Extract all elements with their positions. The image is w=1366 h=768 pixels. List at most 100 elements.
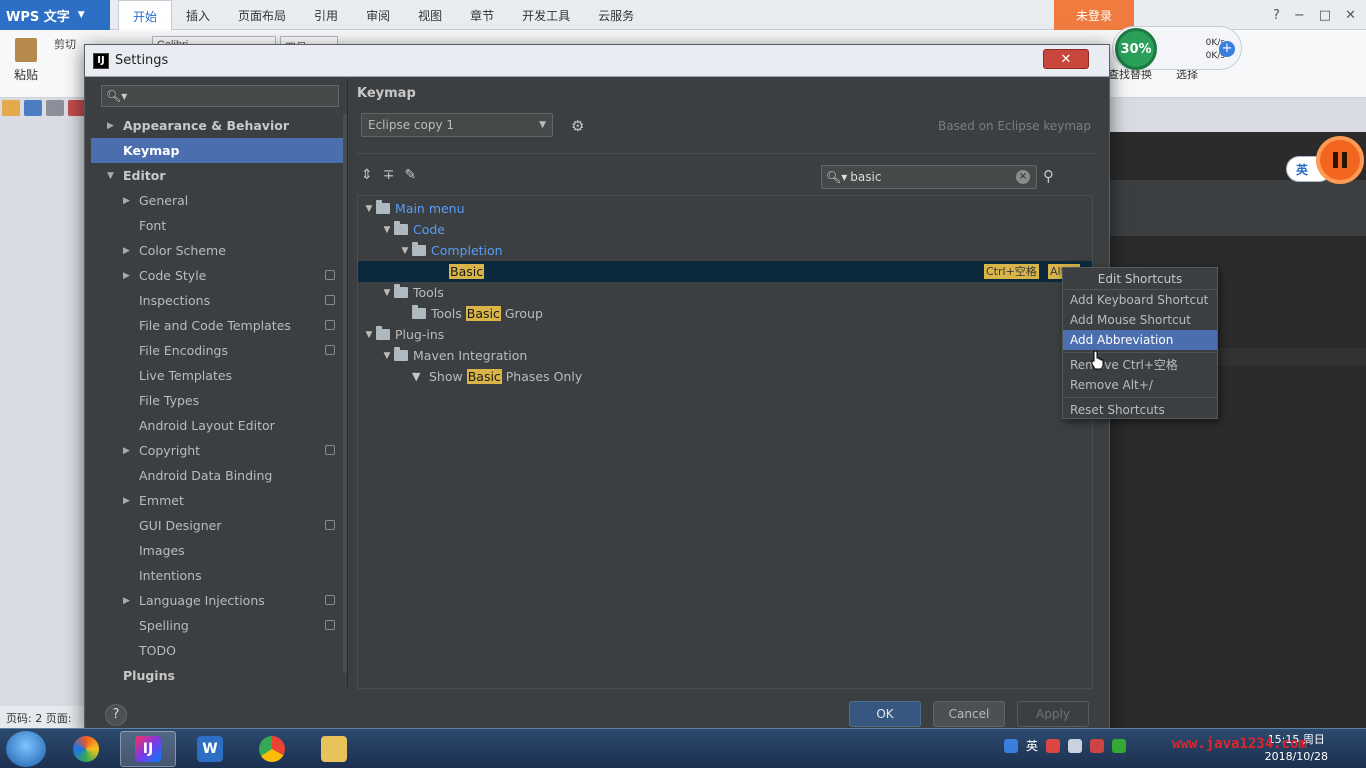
tray-app-icon-3[interactable]: [1112, 738, 1127, 753]
reset-shortcuts-item[interactable]: Reset Shortcuts: [1063, 400, 1217, 420]
settings-tree-item[interactable]: Spelling: [91, 613, 347, 638]
chevron-down-icon[interactable]: ▼: [362, 204, 376, 214]
action-tree-row[interactable]: ▼ Maven Integration: [358, 345, 1092, 366]
plus-icon[interactable]: +: [1219, 41, 1235, 57]
close-button[interactable]: ✕: [1345, 8, 1356, 23]
ok-button[interactable]: OK: [849, 701, 921, 727]
action-tree-row[interactable]: ▼ Show Basic Phases Only: [358, 366, 1092, 387]
apply-button[interactable]: Apply: [1017, 701, 1089, 727]
chevron-down-icon[interactable]: ▼: [380, 225, 394, 235]
tray-app-icon[interactable]: [1046, 738, 1061, 753]
settings-tree-item[interactable]: Android Data Binding: [91, 463, 347, 488]
remove-alt-slash-item[interactable]: Remove Alt+/: [1063, 375, 1217, 395]
ribbon-tab[interactable]: 章节: [456, 0, 508, 30]
settings-tree-item[interactable]: ▼ Editor: [91, 163, 347, 188]
dialog-close-button[interactable]: ✕: [1043, 49, 1089, 69]
ribbon-tab[interactable]: 页面布局: [224, 0, 300, 30]
action-tree-row[interactable]: ▼ Code: [358, 219, 1092, 240]
taskbar-app-explorer[interactable]: [306, 731, 362, 767]
action-tree-row[interactable]: ▼ Main menu: [358, 198, 1092, 219]
keymap-filter-input[interactable]: 🔍︎▾ basic ×: [821, 165, 1037, 189]
save-icon[interactable]: [24, 100, 42, 116]
login-button[interactable]: 未登录: [1054, 0, 1134, 30]
maximize-button[interactable]: □: [1319, 8, 1331, 23]
action-tree-row[interactable]: ▼ Plug-ins: [358, 324, 1092, 345]
chevron-right-icon[interactable]: ▶: [123, 596, 135, 606]
ribbon-tab[interactable]: 插入: [172, 0, 224, 30]
open-icon[interactable]: [2, 100, 20, 116]
settings-tree-item[interactable]: ▶ Copyright: [91, 438, 347, 463]
ribbon-tab[interactable]: 引用: [300, 0, 352, 30]
taskbar-app-wps[interactable]: W: [182, 731, 238, 767]
action-tree-row[interactable]: ▼ Tools: [358, 282, 1092, 303]
taskbar-app-intellij[interactable]: IJ: [120, 731, 176, 767]
settings-tree-item[interactable]: GUI Designer: [91, 513, 347, 538]
settings-tree-item[interactable]: Plugins: [91, 663, 347, 688]
chevron-down-icon[interactable]: ▼: [398, 246, 412, 256]
paste-button[interactable]: 粘贴: [8, 38, 44, 83]
chevron-down-icon[interactable]: ▼: [362, 330, 376, 340]
settings-tree-item[interactable]: Live Templates: [91, 363, 347, 388]
chevron-right-icon[interactable]: ▶: [123, 246, 135, 256]
ribbon-tab[interactable]: 开始: [118, 0, 173, 31]
ime-icon[interactable]: [1004, 738, 1018, 753]
taskbar-app-pinwheel[interactable]: [58, 731, 114, 767]
add-abbreviation-item[interactable]: Add Abbreviation: [1063, 330, 1217, 350]
chevron-right-icon[interactable]: ▶: [123, 271, 135, 281]
chevron-down-icon[interactable]: ▼: [107, 171, 119, 181]
settings-tree-item[interactable]: Intentions: [91, 563, 347, 588]
tray-app-icon-2[interactable]: [1090, 738, 1105, 753]
add-mouse-shortcut-item[interactable]: Add Mouse Shortcut: [1063, 310, 1217, 330]
chevron-right-icon[interactable]: ▶: [123, 196, 135, 206]
recording-pause-button[interactable]: [1316, 136, 1364, 184]
print-preview-icon[interactable]: [46, 100, 64, 116]
start-button[interactable]: [6, 731, 46, 767]
chevron-right-icon[interactable]: ▶: [123, 446, 135, 456]
cancel-button[interactable]: Cancel: [933, 701, 1005, 727]
remove-ctrl-space-item[interactable]: Remove Ctrl+空格: [1063, 355, 1217, 375]
keymap-select[interactable]: Eclipse copy 1 ▼: [361, 113, 553, 137]
add-keyboard-shortcut-item[interactable]: Add Keyboard Shortcut: [1063, 290, 1217, 310]
minimize-button[interactable]: −: [1294, 8, 1305, 23]
chevron-right-icon[interactable]: ▶: [123, 496, 135, 506]
network-monitor[interactable]: 30% 0K/s 0K/s +: [1112, 26, 1242, 70]
expand-all-icon[interactable]: ⇕: [361, 167, 373, 183]
settings-tree-item[interactable]: Android Layout Editor: [91, 413, 347, 438]
settings-tree-item[interactable]: ▶ Emmet: [91, 488, 347, 513]
ribbon-tab[interactable]: 视图: [404, 0, 456, 30]
settings-tree-item[interactable]: ▶ Language Injections: [91, 588, 347, 613]
settings-tree-item[interactable]: File and Code Templates: [91, 313, 347, 338]
wps-app-menu[interactable]: WPS 文字 ▼: [0, 0, 110, 30]
ribbon-tab[interactable]: 云服务: [584, 0, 648, 30]
settings-tree-item[interactable]: TODO: [91, 638, 347, 663]
action-tree-row[interactable]: Tools Basic Group: [358, 303, 1092, 324]
help-button[interactable]: ?: [105, 704, 127, 726]
chevron-right-icon[interactable]: ▶: [107, 121, 119, 131]
ribbon-tab[interactable]: 开发工具: [508, 0, 584, 30]
tray-network-icon[interactable]: [1068, 738, 1083, 753]
settings-tree-item[interactable]: ▶ Appearance & Behavior: [91, 113, 347, 138]
settings-tree-item[interactable]: Keymap: [91, 138, 347, 163]
settings-tree-item[interactable]: Images: [91, 538, 347, 563]
action-tree-row[interactable]: ▼ Completion: [358, 240, 1092, 261]
settings-tree-item[interactable]: ▶ Color Scheme: [91, 238, 347, 263]
tray-language[interactable]: 英: [1026, 737, 1038, 754]
settings-tree-item[interactable]: Font: [91, 213, 347, 238]
chevron-down-icon[interactable]: ▼: [380, 288, 394, 298]
clear-icon[interactable]: ×: [1016, 170, 1030, 184]
chevron-down-icon[interactable]: ▼: [380, 351, 394, 361]
action-tree-row[interactable]: BasicCtrl+空格Alt+/: [358, 261, 1092, 282]
find-by-shortcut-icon[interactable]: ⚲: [1043, 167, 1054, 185]
collapse-all-icon[interactable]: ∓: [383, 167, 395, 183]
settings-tree-item[interactable]: File Encodings: [91, 338, 347, 363]
edit-icon[interactable]: ✎: [404, 167, 416, 183]
pane-splitter[interactable]: [347, 79, 348, 689]
taskbar-app-chrome[interactable]: [244, 731, 300, 767]
settings-tree-item[interactable]: ▶ Code Style: [91, 263, 347, 288]
settings-tree-item[interactable]: ▶ General: [91, 188, 347, 213]
gear-icon[interactable]: ⚙: [571, 117, 584, 135]
settings-tree-item[interactable]: Inspections: [91, 288, 347, 313]
help-icon[interactable]: ?: [1273, 8, 1280, 23]
cut-button[interactable]: 剪切: [54, 36, 76, 52]
settings-tree-item[interactable]: File Types: [91, 388, 347, 413]
